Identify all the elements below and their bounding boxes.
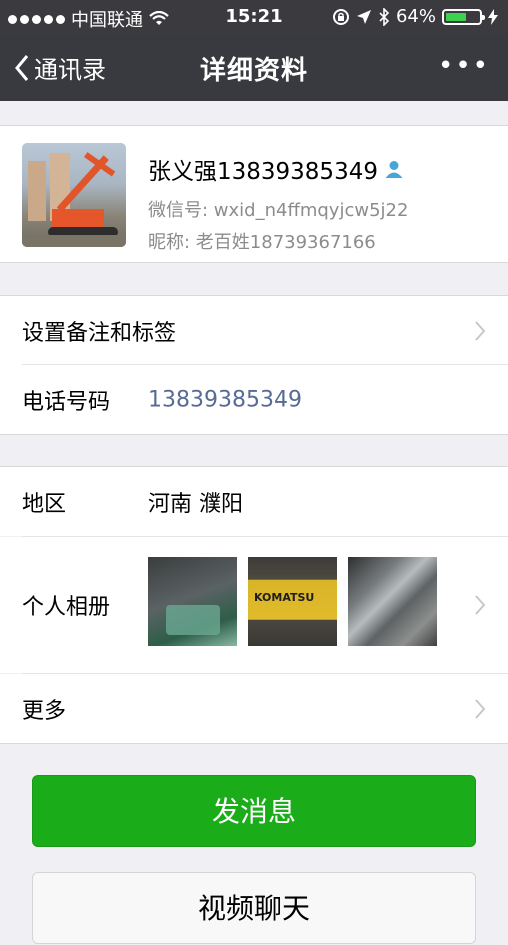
- send-message-button[interactable]: 发消息: [32, 775, 476, 847]
- region-value: 河南 濮阳: [148, 491, 243, 517]
- more-menu-button[interactable]: •••: [438, 53, 490, 79]
- avatar[interactable]: [22, 143, 126, 247]
- more-label: 更多: [22, 698, 67, 724]
- region-row: 地区 河南 濮阳: [0, 467, 508, 536]
- chevron-right-icon: [475, 595, 486, 615]
- album-thumbnail-2[interactable]: KOMATSU: [248, 557, 337, 646]
- region-label: 地区: [22, 491, 67, 517]
- album-row[interactable]: 个人相册 KOMATSU: [0, 537, 508, 673]
- person-icon: [385, 161, 403, 178]
- battery-icon: [442, 8, 485, 25]
- nav-bar: 通讯录 详细资料 •••: [0, 34, 508, 101]
- album-label: 个人相册: [22, 595, 111, 620]
- rotation-lock-icon: [332, 8, 349, 25]
- album-thumbnail-2-text: KOMATSU: [254, 591, 315, 604]
- nickname: 昵称: 老百姓18739367166: [148, 232, 376, 253]
- more-row[interactable]: 更多: [0, 674, 508, 743]
- battery-percent: 64%: [395, 6, 436, 27]
- contact-name: 张义强13839385349: [148, 159, 378, 185]
- phone-number-link[interactable]: 13839385349: [148, 387, 302, 412]
- profile-card: 张义强13839385349 微信号: wxid_n4ffmqyjcw5j22 …: [0, 125, 508, 263]
- section-border: [0, 743, 508, 744]
- remark-tags-label: 设置备注和标签: [22, 320, 177, 346]
- phone-row[interactable]: 电话号码 13839385349: [0, 365, 508, 434]
- chevron-right-icon: [475, 320, 486, 341]
- album-thumbnail-3[interactable]: [348, 557, 437, 646]
- status-right: 64%: [332, 6, 498, 27]
- section-border: [0, 434, 508, 435]
- album-thumbnail-1[interactable]: [148, 557, 237, 646]
- page-title: 详细资料: [199, 56, 308, 86]
- status-bar: 中国联通 15:21 64%: [0, 0, 508, 34]
- wechat-id: 微信号: wxid_n4ffmqyjcw5j22: [148, 200, 409, 221]
- remark-tags-row[interactable]: 设置备注和标签: [0, 296, 508, 365]
- video-call-button[interactable]: 视频聊天: [32, 872, 476, 944]
- phone-label: 电话号码: [22, 389, 111, 415]
- charging-icon: [488, 8, 498, 25]
- chevron-right-icon: [475, 698, 486, 719]
- location-icon: [356, 9, 371, 24]
- bluetooth-icon: [379, 7, 390, 26]
- contact-name-row: 张义强13839385349: [148, 152, 404, 186]
